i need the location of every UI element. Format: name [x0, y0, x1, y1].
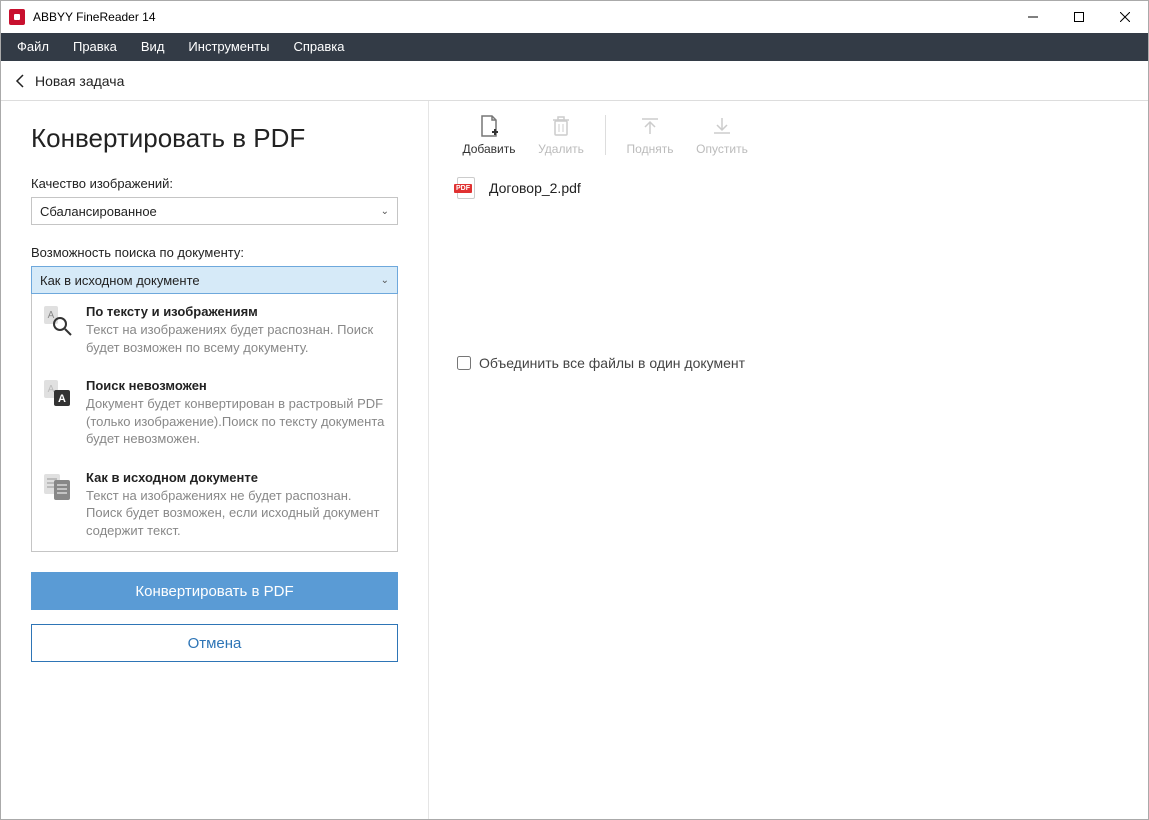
app-icon — [9, 9, 25, 25]
quality-select-value: Сбалансированное — [40, 204, 157, 219]
dropdown-item-text-and-images[interactable]: A По тексту и изображениям Текст на изоб… — [32, 294, 397, 368]
add-file-button[interactable]: Добавить — [453, 114, 525, 156]
no-search-icon: AA — [42, 378, 74, 410]
move-up-button: Поднять — [614, 114, 686, 156]
combine-files-checkbox[interactable] — [457, 356, 471, 370]
menu-view[interactable]: Вид — [129, 33, 177, 61]
file-item[interactable]: PDF Договор_2.pdf — [457, 177, 1120, 199]
convert-button[interactable]: Конвертировать в PDF — [31, 572, 398, 610]
window-title: ABBYY FineReader 14 — [33, 10, 156, 24]
combine-files-row: Объединить все файлы в один документ — [429, 355, 1148, 371]
move-down-button: Опустить — [686, 114, 758, 156]
delete-file-label: Удалить — [538, 142, 584, 156]
back-button[interactable] — [15, 74, 25, 88]
dropdown-item-desc: Текст на изображениях будет распознан. П… — [86, 321, 387, 356]
quality-label: Качество изображений: — [31, 176, 398, 191]
toolbar-separator — [605, 115, 606, 155]
close-button[interactable] — [1102, 1, 1148, 33]
menu-edit[interactable]: Правка — [61, 33, 129, 61]
close-icon — [1120, 12, 1130, 22]
file-list: PDF Договор_2.pdf — [429, 161, 1148, 215]
dropdown-item-no-search[interactable]: AA Поиск невозможен Документ будет конве… — [32, 368, 397, 460]
delete-icon — [549, 114, 573, 138]
dropdown-item-desc: Текст на изображениях не будет распознан… — [86, 487, 387, 540]
toolbar: Добавить Удалить Поднять Опустить — [429, 101, 1148, 161]
quality-select[interactable]: Сбалансированное ⌄ — [31, 197, 398, 225]
cancel-button[interactable]: Отмена — [31, 624, 398, 662]
move-down-label: Опустить — [696, 142, 748, 156]
search-dropdown: A По тексту и изображениям Текст на изоб… — [31, 294, 398, 552]
svg-text:A: A — [48, 384, 55, 395]
right-panel: Добавить Удалить Поднять Опустить — [429, 101, 1148, 819]
dropdown-item-title: Как в исходном документе — [86, 470, 387, 485]
move-down-icon — [710, 114, 734, 138]
dropdown-item-as-source[interactable]: Как в исходном документе Текст на изобра… — [32, 460, 397, 552]
content: Конвертировать в PDF Качество изображени… — [1, 101, 1148, 819]
minimize-button[interactable] — [1010, 1, 1056, 33]
chevron-down-icon: ⌄ — [381, 275, 389, 286]
maximize-icon — [1074, 12, 1084, 22]
chevron-down-icon: ⌄ — [381, 206, 389, 217]
page-title: Конвертировать в PDF — [31, 123, 398, 154]
menu-file[interactable]: Файл — [5, 33, 61, 61]
back-icon — [15, 74, 25, 88]
dropdown-item-title: Поиск невозможен — [86, 378, 387, 393]
add-file-label: Добавить — [462, 142, 515, 156]
dropdown-item-title: По тексту и изображениям — [86, 304, 387, 319]
pdf-file-icon: PDF — [457, 177, 475, 199]
move-up-icon — [638, 114, 662, 138]
add-file-icon — [477, 114, 501, 138]
svg-text:A: A — [58, 393, 66, 405]
navbar: Новая задача — [1, 61, 1148, 101]
search-select-value: Как в исходном документе — [40, 273, 200, 288]
menu-help[interactable]: Справка — [281, 33, 356, 61]
move-up-label: Поднять — [627, 142, 674, 156]
svg-text:A: A — [48, 310, 55, 321]
menubar: Файл Правка Вид Инструменты Справка — [1, 33, 1148, 61]
left-panel: Конвертировать в PDF Качество изображени… — [1, 101, 429, 819]
search-label: Возможность поиска по документу: — [31, 245, 398, 260]
menu-tools[interactable]: Инструменты — [176, 33, 281, 61]
combine-files-label: Объединить все файлы в один документ — [479, 355, 745, 371]
minimize-icon — [1028, 12, 1038, 22]
file-name: Договор_2.pdf — [489, 180, 581, 196]
dropdown-item-desc: Документ будет конвертирован в растровый… — [86, 395, 387, 448]
search-select[interactable]: Как в исходном документе ⌄ — [31, 266, 398, 294]
delete-file-button: Удалить — [525, 114, 597, 156]
maximize-button[interactable] — [1056, 1, 1102, 33]
as-source-icon — [42, 470, 74, 502]
titlebar: ABBYY FineReader 14 — [1, 1, 1148, 33]
text-and-images-icon: A — [42, 304, 74, 336]
nav-title[interactable]: Новая задача — [35, 73, 124, 89]
